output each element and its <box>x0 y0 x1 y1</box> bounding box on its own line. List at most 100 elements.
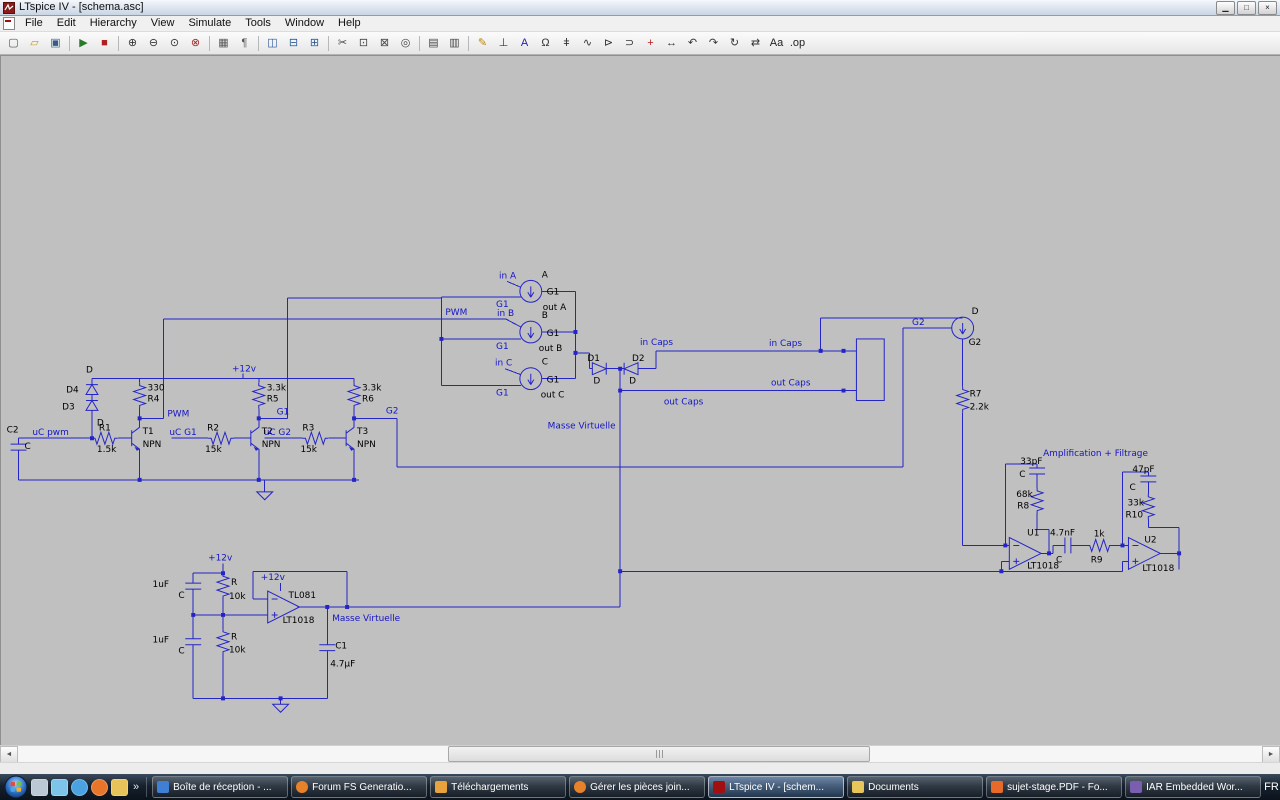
spice-directive-icon: .op <box>789 36 806 49</box>
menu-edit[interactable]: Edit <box>50 16 83 31</box>
net-label: PWM <box>445 308 467 318</box>
explorer-icon[interactable] <box>111 778 128 796</box>
zoom-extents-button[interactable]: ⊙ <box>164 33 185 54</box>
cascade-windows-icon: ⊞ <box>309 36 320 49</box>
title-bar[interactable]: LTspice IV - [schema.asc] ▁ □ × <box>0 0 1280 16</box>
ground-button[interactable]: ⊥ <box>493 33 514 54</box>
zoom-area-button[interactable]: ⊕ <box>122 33 143 54</box>
component-label: R4 <box>148 394 160 404</box>
component-label: D <box>629 377 636 387</box>
redo-button[interactable]: ↷ <box>703 33 724 54</box>
scroll-left-button[interactable]: ◄ <box>0 746 18 763</box>
schematic-canvas[interactable]: PWM+12vG1 G2uC pwm uC G1 uC G2PWMin Ain Bin… <box>0 55 1280 745</box>
minimize-button[interactable]: ▁ <box>1216 0 1235 15</box>
cascade-windows-button[interactable]: ⊞ <box>304 33 325 54</box>
taskbar-app-firefox[interactable]: Forum FS Generatio... <box>291 776 428 798</box>
tile-horizontal-button[interactable]: ⊟ <box>283 33 304 54</box>
copy-icon: ⊡ <box>358 36 369 49</box>
scroll-track[interactable] <box>18 746 1262 762</box>
start-button[interactable] <box>4 775 28 799</box>
resistor-button[interactable]: Ω <box>535 33 556 54</box>
menu-simulate[interactable]: Simulate <box>181 16 238 31</box>
cut-button[interactable]: ✂ <box>332 33 353 54</box>
find-button[interactable]: ◎ <box>395 33 416 54</box>
open-file-button[interactable]: ▱ <box>24 33 45 54</box>
show-grid-button[interactable]: ▦ <box>213 33 234 54</box>
diode-D4 <box>85 383 99 396</box>
maximize-button[interactable]: □ <box>1237 0 1256 15</box>
scroll-thumb[interactable] <box>448 746 870 762</box>
taskbar-app-ltspice[interactable]: LTspice IV - [schem... <box>708 776 845 798</box>
text-button[interactable]: Aa <box>766 33 787 54</box>
text-anchor-button[interactable]: ¶ <box>234 33 255 54</box>
menu-help[interactable]: Help <box>331 16 368 31</box>
menu-tools[interactable]: Tools <box>238 16 278 31</box>
rotate-button[interactable]: ↻ <box>724 33 745 54</box>
media-player-icon[interactable] <box>91 778 108 796</box>
diode-button[interactable]: ⊳ <box>598 33 619 54</box>
internet-explorer-icon[interactable] <box>71 778 88 796</box>
component-button[interactable]: ⊃ <box>619 33 640 54</box>
inductor-icon: ∿ <box>582 36 593 49</box>
text-icon: Aa <box>769 36 784 49</box>
close-button[interactable]: × <box>1258 0 1277 15</box>
spice-directive-button[interactable]: .op <box>787 33 808 54</box>
component-label: 2.2k <box>970 402 990 412</box>
menu-view[interactable]: View <box>144 16 182 31</box>
component-label: 4.7µF <box>330 660 355 670</box>
print-button[interactable]: ▤ <box>423 33 444 54</box>
horizontal-scrollbar[interactable]: ◄ ► <box>0 745 1280 763</box>
menu-window[interactable]: Window <box>278 16 331 31</box>
capacitor-button[interactable]: ǂ <box>556 33 577 54</box>
scroll-right-button[interactable]: ► <box>1262 746 1280 763</box>
save-button[interactable]: ▣ <box>45 33 66 54</box>
paste-button[interactable]: ⊠ <box>374 33 395 54</box>
zoom-back-icon: ⊖ <box>148 36 159 49</box>
new-schematic-button[interactable]: ▢ <box>3 33 24 54</box>
mirror-button[interactable]: ⇄ <box>745 33 766 54</box>
zoom-clear-button[interactable]: ⊗ <box>185 33 206 54</box>
component-label: D1 <box>587 354 600 364</box>
window-switcher-icon[interactable] <box>51 778 68 796</box>
zoom-back-button[interactable]: ⊖ <box>143 33 164 54</box>
print-setup-button[interactable]: ▥ <box>444 33 465 54</box>
toolbar-separator <box>258 35 259 51</box>
schematic-editor-canvas[interactable]: PWM +12v G1 G2 uC pwm uC G1 uC G2 PWM in Ain Bin… <box>0 55 1280 745</box>
taskbar-app-firefox[interactable]: Gérer les pièces join... <box>569 776 706 798</box>
quick-launch-overflow-chevron[interactable]: » <box>131 781 141 793</box>
tile-horizontal-icon: ⊟ <box>288 36 299 49</box>
net-label-button[interactable]: A <box>514 33 535 54</box>
wires-switch-section <box>347 280 1010 608</box>
net-label: G2 <box>386 406 399 416</box>
taskbar-app-mail[interactable]: Boîte de réception - ... <box>152 776 289 798</box>
tile-vertical-button[interactable]: ◫ <box>262 33 283 54</box>
menu-hierarchy[interactable]: Hierarchy <box>83 16 144 31</box>
component-label: D <box>86 366 93 376</box>
taskbar-app-folder[interactable]: Documents <box>847 776 984 798</box>
move-button[interactable]: + <box>640 33 661 54</box>
taskbar-app-iar[interactable]: IAR Embedded Wor... <box>1125 776 1262 798</box>
drag-button[interactable]: ↔ <box>661 33 682 54</box>
component-label: U1 <box>1027 529 1039 539</box>
copy-button[interactable]: ⊡ <box>353 33 374 54</box>
taskbar-app-pdf[interactable]: sujet-stage.PDF - Fo... <box>986 776 1123 798</box>
quick-launch-bar <box>31 778 128 796</box>
ltspice-window: LTspice IV - [schema.asc] ▁ □ × File Edit Hi… <box>0 0 1280 774</box>
component-label: A <box>542 270 549 280</box>
taskbar-app-downloads-folder[interactable]: Téléchargements <box>430 776 567 798</box>
component-label: T1 <box>142 427 154 437</box>
draw-wire-button[interactable]: ✎ <box>472 33 493 54</box>
component-label: 15k <box>205 445 222 455</box>
menu-file[interactable]: File <box>18 16 50 31</box>
component-label: G1 <box>547 329 560 339</box>
halt-simulation-button[interactable]: ■ <box>94 33 115 54</box>
component-label: C <box>24 442 30 452</box>
undo-button[interactable]: ↶ <box>682 33 703 54</box>
inductor-button[interactable]: ∿ <box>577 33 598 54</box>
run-simulation-button[interactable]: ▶ <box>73 33 94 54</box>
redo-icon: ↷ <box>708 36 719 49</box>
component-label: LT1018 <box>1027 561 1059 571</box>
language-indicator[interactable]: FR <box>1264 781 1279 793</box>
show-desktop-icon[interactable] <box>31 778 48 796</box>
net-label: +12v <box>232 365 257 375</box>
